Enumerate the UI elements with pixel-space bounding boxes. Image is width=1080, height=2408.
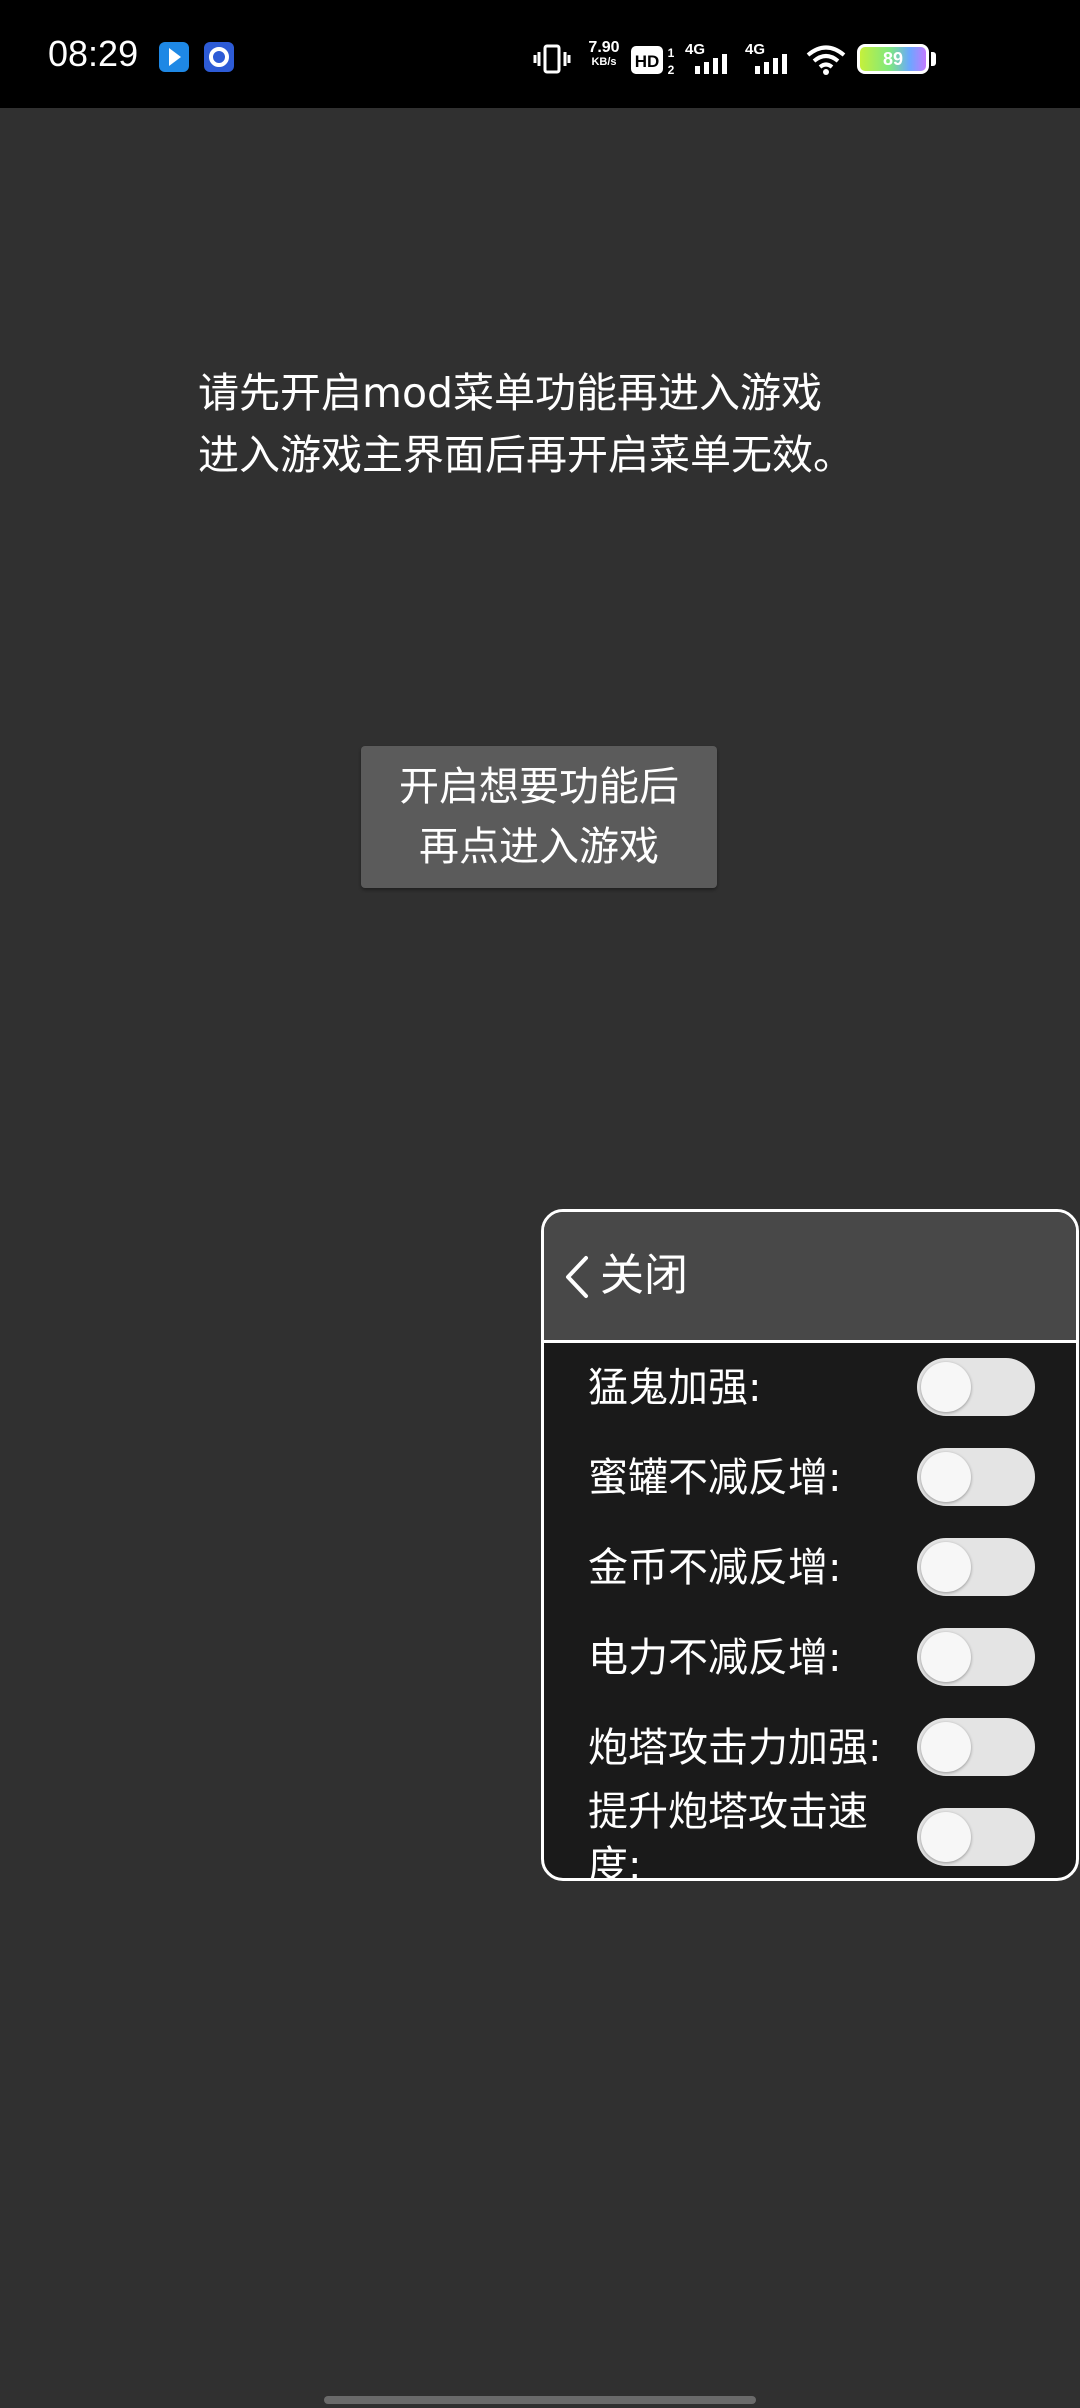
toggle-label: 炮塔攻击力加强: [588,1725,882,1771]
battery-level: 89 [882,49,904,69]
switch-knob [921,1452,971,1502]
network-speed: 7.90 KB/s [584,40,624,70]
chevron-left-icon[interactable] [562,1254,592,1304]
svg-text:1: 1 [668,46,675,60]
network-speed-unit: KB/s [591,56,617,68]
vibrate-icon [533,44,571,78]
switch-knob [921,1722,971,1772]
svg-text:4G: 4G [685,41,705,58]
battery-tip [931,52,936,66]
toggle-label: 蜜罐不减反增: [588,1455,842,1501]
mod-menu-panel: 关闭 猛鬼加强: 蜜罐不减反增: 金币不减反增: 电力不减反增: 炮塔攻击力加强… [541,1209,1079,1881]
switch-knob [921,1542,971,1592]
toggle-switch-turret-attack[interactable] [917,1718,1035,1776]
toggle-switch-power[interactable] [917,1628,1035,1686]
toggle-label: 猛鬼加强: [588,1365,762,1411]
toggle-row-power[interactable]: 电力不减反增: [544,1613,1076,1703]
toggle-label: 金币不减反增: [588,1545,842,1591]
status-time: 08:29 [48,33,139,74]
toggle-row-turret-speed[interactable]: 提升炮塔攻击速度: [544,1789,1076,1878]
signal-4g-icon: 4G [685,40,737,80]
switch-knob [921,1632,971,1682]
toggle-row-ghost-boost[interactable]: 猛鬼加强: [544,1343,1076,1433]
instruction-line-1: 请先开启mod菜单功能再进入游戏 [198,369,823,417]
svg-text:HD: HD [635,52,660,71]
gesture-nav-bar[interactable] [324,2396,756,2404]
status-bar: 08:29 7.90 KB/s HD 1 2 4G 4G 89 [0,0,1080,108]
instruction-text: 请先开启mod菜单功能再进入游戏 进入游戏主界面后再开启菜单无效。 [198,362,958,486]
svg-text:4G: 4G [745,41,765,58]
toggle-switch-gold[interactable] [917,1538,1035,1596]
switch-knob [921,1362,971,1412]
mod-menu-header[interactable]: 关闭 [544,1212,1076,1343]
toggle-row-gold[interactable]: 金币不减反增: [544,1523,1076,1613]
enter-game-button[interactable]: 开启想要功能后 再点进入游戏 [361,746,717,888]
toggle-row-turret-attack[interactable]: 炮塔攻击力加强: [544,1703,1076,1793]
hd-icon: HD 1 2 [631,44,677,80]
app-notification-icon [204,42,234,72]
switch-knob [921,1812,971,1862]
signal-4g-icon: 4G [745,40,797,80]
toggle-row-honey[interactable]: 蜜罐不减反增: [544,1433,1076,1523]
toggle-label: 提升炮塔攻击速度: [588,1789,868,1881]
svg-text:2: 2 [668,63,675,76]
toggle-switch-honey[interactable] [917,1448,1035,1506]
network-speed-value: 7.90 [588,39,620,56]
battery-icon: 89 [857,44,929,74]
wifi-icon [806,44,846,80]
instruction-line-2: 进入游戏主界面后再开启菜单无效。 [198,431,854,479]
toggle-switch-ghost-boost[interactable] [917,1358,1035,1416]
close-menu-label[interactable]: 关闭 [600,1248,688,1304]
toggle-switch-turret-speed[interactable] [917,1808,1035,1866]
app-notification-icon [159,42,189,72]
toggle-label: 电力不减反增: [588,1635,842,1681]
